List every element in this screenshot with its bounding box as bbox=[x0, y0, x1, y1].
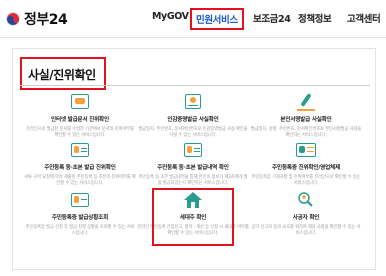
taegeuk-logo-icon bbox=[6, 12, 20, 26]
card-description: 주민등록 등·초본 발급내역을 통해 본인의 정보가 제3자에게 열람·발급되었… bbox=[138, 175, 248, 186]
card-resident-id-status[interactable]: 주민등록증 발급상황조회 주민등록증 발급 신청 후 발급 진행 상황을 조회할… bbox=[24, 191, 136, 237]
nav-civil-service[interactable]: 민원서비스 bbox=[190, 8, 244, 30]
card-document-authenticity[interactable]: 인터넷 발급문서 진위확인 온라인으로 발급된 문서를 수령한 기관에서 문서의… bbox=[24, 93, 136, 139]
card-title: 주민등록 등·초본 발급내역 확인 bbox=[157, 165, 229, 171]
section-title: 사실/진위확인 bbox=[28, 68, 96, 82]
nav-customer-center[interactable]: 고객센터 bbox=[347, 11, 381, 25]
card-description: 주민등록증 발급 신청 후 발급 진행 상황을 조회할 수 있는 서비스입니다. bbox=[25, 225, 135, 236]
person-search-icon bbox=[295, 191, 317, 209]
card-title: 주민등록증 발급상황조회 bbox=[51, 215, 109, 221]
card-seal-certificate[interactable]: 인감증명발급 사실확인 발급일자, 주민번호, 문서확인번호로 인감증명발급 사… bbox=[137, 93, 249, 139]
card-title: 주민등록증 진위확인/영업체제 bbox=[272, 165, 340, 171]
id-card-check-icon bbox=[69, 141, 91, 159]
section-divider bbox=[20, 85, 370, 86]
stamp-seal-icon bbox=[182, 93, 204, 111]
card-title: 인터넷 발급문서 진위확인 bbox=[51, 117, 109, 123]
card-description: 공익 신고자 등의 보호를 위하여 해당 사항을 확인할 수 있는 서비스입니다… bbox=[251, 225, 361, 236]
nav-subsidy24[interactable]: 보조금24 bbox=[253, 11, 291, 25]
card-signature-certificate[interactable]: 본인서명발급 사실확인 발급일자, 성명, 주민번호, 문서확인번호로 본인서명… bbox=[250, 93, 362, 139]
id-card-status-icon bbox=[69, 191, 91, 209]
card-description: 발급일자, 성명, 주민번호, 문서확인번호로 본인서명발급 사실을 확인하는 … bbox=[250, 127, 362, 138]
logo-text: 정부24 bbox=[24, 12, 68, 28]
site-header: 정부24 MyGOV 민원서비스 보조금24 정책정보 고객센터 bbox=[0, 0, 386, 38]
card-title: 인감증명발급 사실확인 bbox=[167, 117, 219, 123]
card-resident-copy-authenticity[interactable]: 주민등록 등·초본 발급 진위확인 서류 구비 요청에 따라 제출된 주민등록 … bbox=[24, 141, 136, 187]
card-description: 발급일자, 주민번호, 문서확인번호로 인감증명발급 사실 확인을 하실 수 있… bbox=[138, 127, 248, 138]
card-description: 주민등록증 기재사항 및 진위여부를 온라인으로 확인할 수 있는 서비스입니다… bbox=[251, 175, 361, 186]
card-title: 사공자 확인 bbox=[292, 215, 320, 221]
nav-mygov[interactable]: MyGOV bbox=[152, 11, 189, 22]
card-resident-copy-history[interactable]: 주민등록 등·초본 발급내역 확인 주민등록 등·초본 발급내역을 통해 본인의… bbox=[137, 141, 249, 187]
household-head-highlight bbox=[152, 188, 234, 246]
card-person-check[interactable]: 사공자 확인 공익 신고자 등의 보호를 위하여 해당 사항을 확인할 수 있는… bbox=[250, 191, 362, 237]
document-check-icon bbox=[69, 93, 91, 111]
card-description: 서류 구비 요청에 따라 제출된 주민등록 등·초본의 진위여부를 확인할 수 … bbox=[24, 175, 136, 186]
card-title: 주민등록 등·초본 발급 진위확인 bbox=[44, 165, 116, 171]
id-card-verify-icon bbox=[295, 141, 317, 159]
site-logo[interactable]: 정부24 bbox=[6, 9, 68, 29]
card-description: 온라인으로 발급된 문서를 수령한 기관에서 문서의 진위여부를 확인할 수 있… bbox=[26, 127, 134, 138]
card-title: 본인서명발급 사실확인 bbox=[280, 117, 332, 123]
pen-signature-icon bbox=[295, 93, 317, 111]
nav-policy-info[interactable]: 정책정보 bbox=[298, 11, 332, 25]
id-card-history-icon bbox=[182, 141, 204, 159]
card-resident-id-verify[interactable]: 주민등록증 진위확인/영업체제 주민등록증 기재사항 및 진위여부를 온라인으로… bbox=[250, 141, 362, 187]
